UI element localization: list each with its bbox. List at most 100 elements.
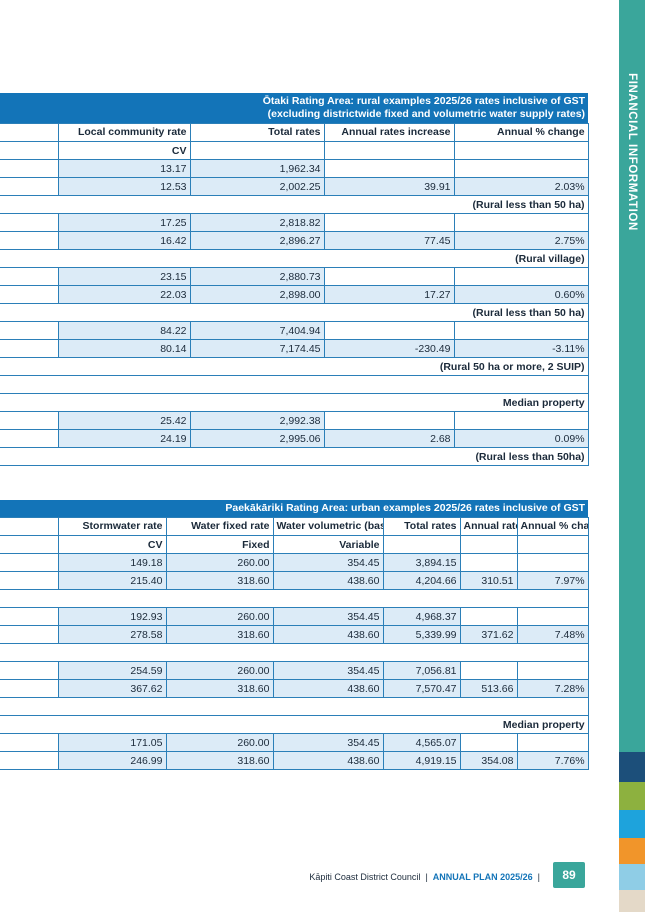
- group-note: (Rural 50 ha or more, 2 SUIP): [0, 357, 589, 376]
- table-title-row: Paekākāriki Rating Area: urban examples …: [0, 500, 589, 518]
- table-cell: [454, 411, 589, 430]
- table-cell: [454, 321, 589, 340]
- note-row: (Rural less than 50 ha): [0, 303, 589, 322]
- row-label-cell: [0, 751, 59, 770]
- median-label-row: Median property: [0, 393, 589, 412]
- color-swatch: [619, 864, 645, 890]
- color-swatch: [619, 752, 645, 782]
- table-cell: 367.62: [58, 679, 167, 698]
- row-label-cell: [0, 661, 59, 680]
- table-cell: 318.60: [166, 679, 274, 698]
- row-label-cell: [0, 411, 59, 430]
- table-cell: [460, 607, 518, 626]
- row-label-cell: [0, 429, 59, 448]
- table-cell: 4,919.15: [383, 751, 461, 770]
- column-header: Local community rate: [58, 123, 191, 142]
- spacer-cell: [0, 697, 589, 716]
- paekakariki-rates-table: Paekākāriki Rating Area: urban examples …: [0, 500, 589, 770]
- table-title-line: (excluding districtwide fixed and volume…: [267, 108, 586, 120]
- data-row: 13.17 1,962.34: [0, 159, 589, 178]
- color-swatch: [619, 810, 645, 838]
- table-cell: 80.14: [58, 339, 191, 358]
- group-note: (Rural less than 50ha): [0, 447, 589, 466]
- table-cell: 7.28%: [517, 679, 589, 698]
- table-cell: [517, 661, 589, 680]
- row-label-cell: [0, 321, 59, 340]
- page-footer: Kāpiti Coast District Council | ANNUAL PLA…: [309, 872, 540, 882]
- row-label-cell: [0, 679, 59, 698]
- table-cell: 354.45: [273, 553, 384, 572]
- table-header-row: Stormwater rate Water fixed rate Water vol…: [0, 517, 589, 536]
- table-cell: 1,962.34: [190, 159, 325, 178]
- table-cell: 260.00: [166, 733, 274, 752]
- table-cell: 438.60: [273, 751, 384, 770]
- table-cell: 318.60: [166, 751, 274, 770]
- table-cell: 192.93: [58, 607, 167, 626]
- table-cell: 2.68: [324, 429, 455, 448]
- table-cell: [460, 535, 518, 554]
- table-cell: 254.59: [58, 661, 167, 680]
- table-cell: [324, 411, 455, 430]
- column-header: Water volumetric (based on 255m³): [273, 517, 384, 536]
- table-cell: 7,404.94: [190, 321, 325, 340]
- table-cell: 2,992.38: [190, 411, 325, 430]
- table-cell: 246.99: [58, 751, 167, 770]
- table-cell: [454, 213, 589, 232]
- spacer-row: [0, 697, 589, 716]
- table-cell: 318.60: [166, 571, 274, 590]
- council-name: Kāpiti Coast District Council: [309, 872, 421, 882]
- color-swatch: [619, 838, 645, 864]
- row-label-cell: [0, 231, 59, 250]
- table-cell: [460, 733, 518, 752]
- table-cell: [517, 553, 589, 572]
- table-cell: 513.66: [460, 679, 518, 698]
- color-swatch: [619, 890, 645, 912]
- table-cell: 39.91: [324, 177, 455, 196]
- table-cell: [454, 141, 589, 160]
- table-cell: 12.53: [58, 177, 191, 196]
- data-row: 149.18 260.00 354.45 3,894.15: [0, 553, 589, 572]
- table-cell: 77.45: [324, 231, 455, 250]
- column-header: Stormwater rate: [58, 517, 167, 536]
- table-cell: [460, 553, 518, 572]
- table-cell: 7.48%: [517, 625, 589, 644]
- table-cell: [454, 267, 589, 286]
- column-subheader: Variable: [273, 535, 384, 554]
- table-cell: [383, 535, 461, 554]
- data-row: 254.59 260.00 354.45 7,056.81: [0, 661, 589, 680]
- table-cell: 438.60: [273, 571, 384, 590]
- table-cell: [324, 267, 455, 286]
- column-header: Water fixed rate: [166, 517, 274, 536]
- table-cell: 215.40: [58, 571, 167, 590]
- table-cell: 16.42: [58, 231, 191, 250]
- table-cell: 13.17: [58, 159, 191, 178]
- otaki-rates-table: Ōtaki Rating Area: rural examples 2025/2…: [0, 93, 589, 466]
- table-cell: 7,056.81: [383, 661, 461, 680]
- row-label-cell: [0, 285, 59, 304]
- table-cell: 2,898.00: [190, 285, 325, 304]
- data-row: 84.22 7,404.94: [0, 321, 589, 340]
- row-label-cell: [0, 571, 59, 590]
- data-row: 278.58 318.60 438.60 5,339.99 371.62 7.48%: [0, 625, 589, 644]
- table-cell: 0.09%: [454, 429, 589, 448]
- group-note: (Rural less than 50 ha): [0, 195, 589, 214]
- table-cell: 2,896.27: [190, 231, 325, 250]
- group-note: (Rural village): [0, 249, 589, 268]
- note-row: (Rural less than 50 ha): [0, 195, 589, 214]
- data-row: 25.42 2,992.38: [0, 411, 589, 430]
- table-subheader-row: CV Fixed Variable: [0, 535, 589, 554]
- table-cell: 4,565.07: [383, 733, 461, 752]
- table-cell: 354.45: [273, 661, 384, 680]
- row-label-cell: [0, 339, 59, 358]
- table-cell: 24.19: [58, 429, 191, 448]
- median-label: Median property: [0, 393, 589, 412]
- table-cell: 2,880.73: [190, 267, 325, 286]
- table-cell: [517, 607, 589, 626]
- data-row: 367.62 318.60 438.60 7,570.47 513.66 7.28%: [0, 679, 589, 698]
- table-subheader-row: CV: [0, 141, 589, 160]
- table-cell: 438.60: [273, 625, 384, 644]
- row-label-cell: [0, 607, 59, 626]
- table-cell: 354.45: [273, 607, 384, 626]
- row-label-cell: [0, 177, 59, 196]
- row-label-cell: [0, 625, 59, 644]
